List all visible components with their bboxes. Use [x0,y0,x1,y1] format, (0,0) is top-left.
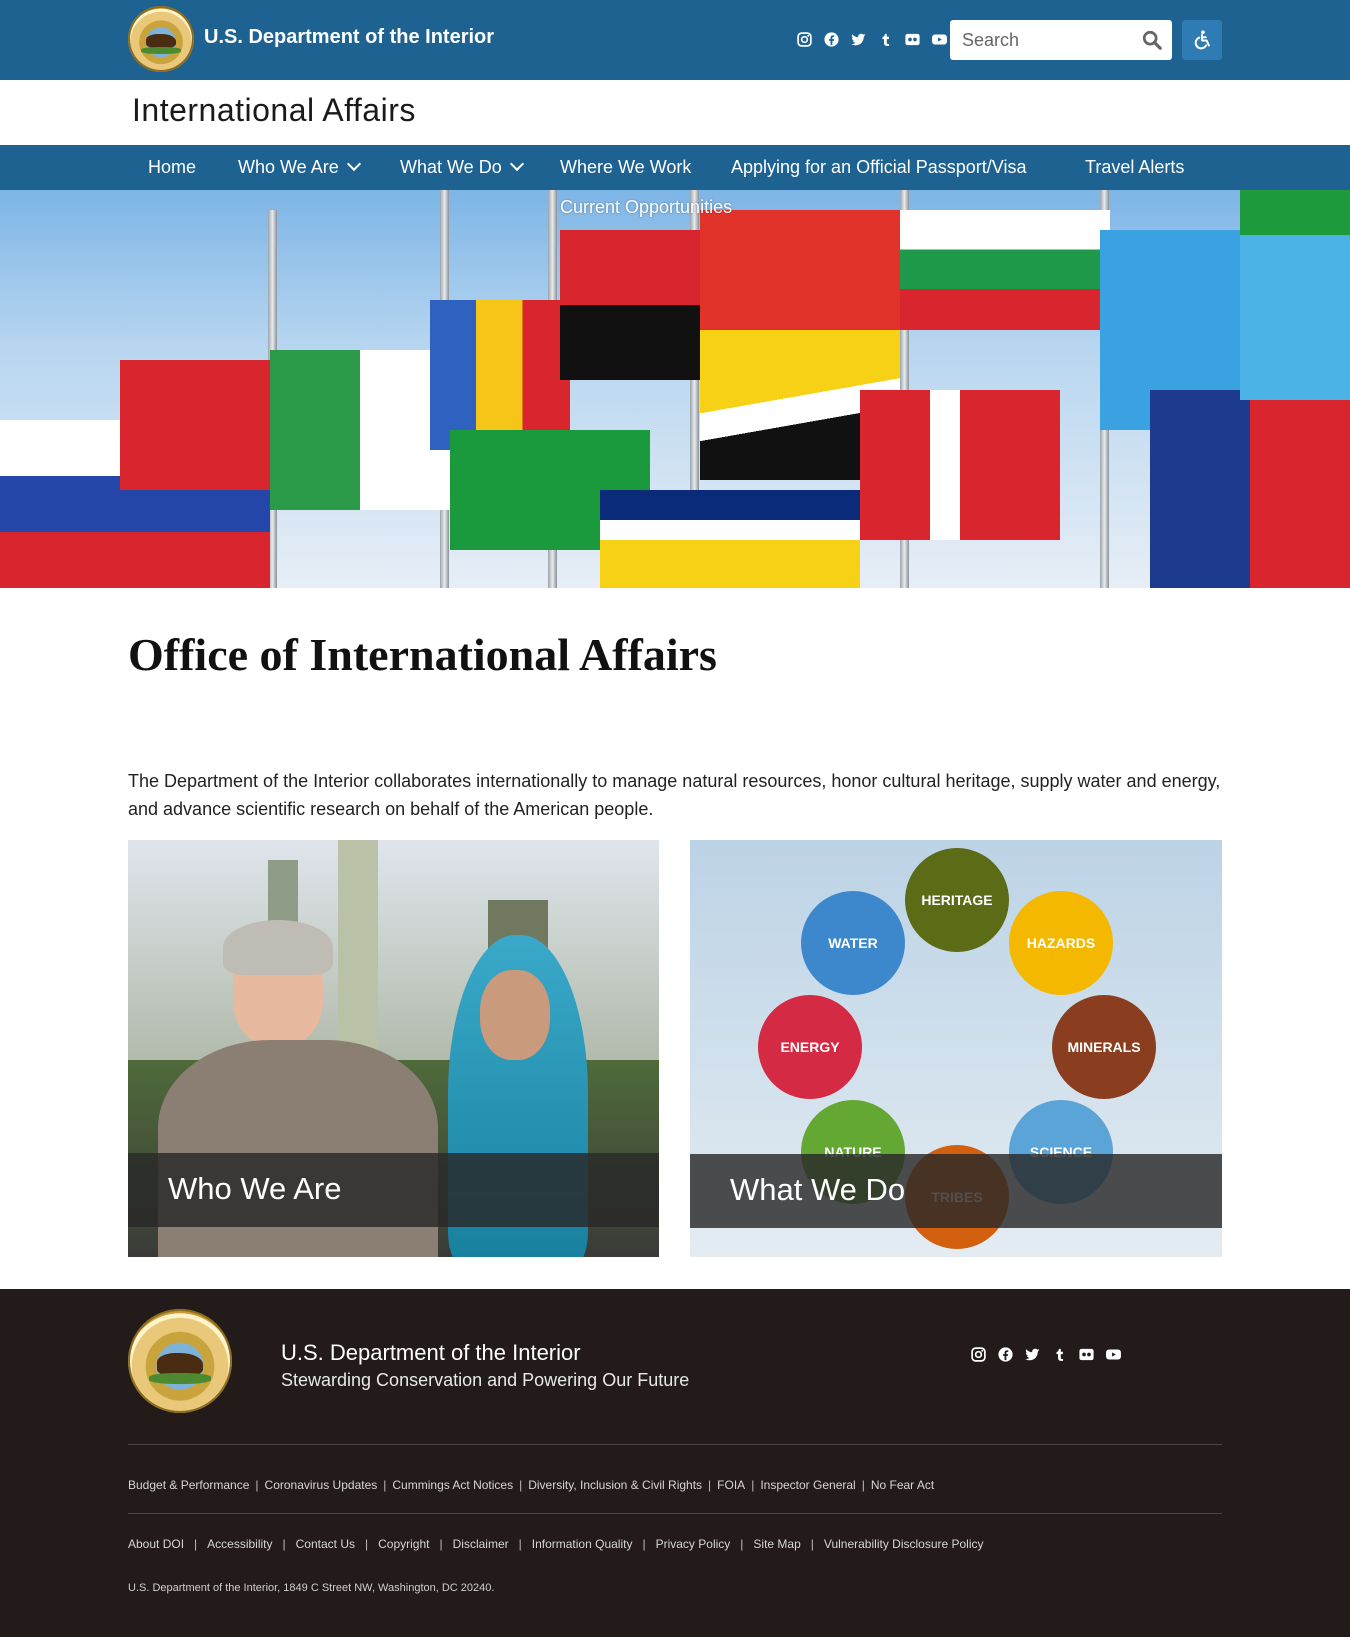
footer-link-budget[interactable]: Budget & Performance [128,1478,249,1492]
nav-travel-alerts[interactable]: Travel Alerts [1085,145,1184,190]
nav-where-we-work-label: Where We Work [560,157,692,177]
footer-link-disclaimer[interactable]: Disclaimer [453,1537,509,1551]
nav-passport-visa[interactable]: Applying for an Official Passport/Visa [731,145,1027,190]
tumblr-icon[interactable] [876,30,895,49]
link-separator: | [439,1537,443,1551]
link-separator: | [708,1478,712,1492]
doi-seal-footer-logo[interactable] [128,1309,232,1413]
twitter-icon[interactable] [849,30,868,49]
footer-tagline: Stewarding Conservation and Powering Our… [281,1370,690,1390]
card-caption: What We Do [690,1154,1222,1228]
footer-address: U.S. Department of the Interior, 1849 C … [128,1582,495,1594]
search-input[interactable] [950,20,1132,60]
link-separator: | [255,1478,259,1492]
nav-what-we-do[interactable]: What We Do [400,145,524,190]
facebook-icon[interactable] [996,1345,1015,1364]
nav-who-we-are-label: Who We Are [238,157,339,177]
card-photo-person-hair [223,920,333,975]
link-separator: | [383,1478,387,1492]
footer-link-copyright[interactable]: Copyright [378,1537,429,1551]
youtube-icon[interactable] [1104,1345,1123,1364]
nav-where-we-work[interactable]: Where We Work [560,145,691,190]
footer-link-diversity[interactable]: Diversity, Inclusion & Civil Rights [528,1478,702,1492]
header-social-links [795,30,949,49]
topic-circle-energy: ENERGY [758,995,862,1099]
accessibility-icon[interactable] [1182,20,1222,60]
twitter-icon[interactable] [1023,1345,1042,1364]
footer-agency-name[interactable]: U.S. Department of the Interior [281,1340,581,1366]
footer-link-about-doi[interactable]: About DOI [128,1537,184,1551]
link-separator: | [282,1537,286,1551]
page-title: Office of International Affairs [128,629,717,680]
nav-current-opportunities-label: Current Opportunities [560,197,733,217]
link-separator: | [751,1478,755,1492]
who-we-are-card[interactable]: Who We Are [128,840,659,1257]
nav-current-opportunities[interactable]: Current Opportunities [560,197,732,218]
footer-links-secondary: About DOI | Accessibility | Contact Us | Co… [128,1537,984,1551]
footer-link-foia[interactable]: FOIA [717,1478,745,1492]
link-separator: | [518,1537,522,1551]
footer-divider [128,1513,1222,1514]
nav-passport-visa-label: Applying for an Official Passport/Visa [731,157,1027,177]
nav-home[interactable]: Home [148,145,196,190]
footer-link-site-map[interactable]: Site Map [753,1537,800,1551]
youtube-icon[interactable] [930,30,949,49]
chevron-down-icon [509,156,524,172]
footer-link-no-fear-act[interactable]: No Fear Act [871,1478,934,1492]
link-separator: | [642,1537,646,1551]
link-separator: | [810,1537,814,1551]
footer-link-cummings-act[interactable]: Cummings Act Notices [392,1478,513,1492]
topic-circle-minerals: MINERALS [1052,995,1156,1099]
card-title: Who We Are [168,1171,342,1206]
footer-link-privacy-policy[interactable]: Privacy Policy [656,1537,731,1551]
nav-who-we-are[interactable]: Who We Are [238,145,361,190]
footer-link-information-quality[interactable]: Information Quality [532,1537,633,1551]
card-caption: Who We Are [128,1153,659,1227]
footer-link-inspector-general[interactable]: Inspector General [760,1478,855,1492]
footer-divider [128,1444,1222,1445]
topic-circle-water: WATER [801,891,905,995]
what-we-do-card[interactable]: HERITAGE WATER HAZARDS ENERGY MINERALS N… [690,840,1222,1257]
instagram-icon[interactable] [969,1345,988,1364]
facebook-icon[interactable] [822,30,841,49]
link-separator: | [740,1537,744,1551]
link-separator: | [519,1478,523,1492]
search-icon[interactable] [1140,28,1164,52]
footer-social-links [969,1345,1123,1364]
nav-what-we-do-label: What We Do [400,157,502,177]
footer-link-coronavirus[interactable]: Coronavirus Updates [265,1478,378,1492]
agency-name-link[interactable]: U.S. Department of the Interior [204,26,494,49]
footer-link-contact-us[interactable]: Contact Us [296,1537,355,1551]
hero-flags-image [0,190,1350,588]
link-separator: | [194,1537,198,1551]
topic-circle-hazards: HAZARDS [1009,891,1113,995]
card-photo-person-face [480,970,550,1060]
link-separator: | [365,1537,369,1551]
site-title[interactable]: International Affairs [132,92,416,129]
flickr-icon[interactable] [1077,1345,1096,1364]
link-separator: | [861,1478,865,1492]
topic-circle-heritage: HERITAGE [905,848,1009,952]
search-box [950,20,1172,60]
nav-home-label: Home [148,157,197,177]
tumblr-icon[interactable] [1050,1345,1069,1364]
intro-paragraph: The Department of the Interior collabora… [128,771,1221,819]
footer-link-accessibility[interactable]: Accessibility [207,1537,272,1551]
footer-links-primary: Budget & Performance | Coronavirus Update… [128,1478,934,1492]
flickr-icon[interactable] [903,30,922,49]
nav-travel-alerts-label: Travel Alerts [1085,157,1185,177]
chevron-down-icon [346,156,361,172]
doi-seal-logo[interactable] [128,6,194,72]
instagram-icon[interactable] [795,30,814,49]
card-title: What We Do [730,1172,906,1207]
footer-link-vulnerability-disclosure[interactable]: Vulnerability Disclosure Policy [824,1537,984,1551]
